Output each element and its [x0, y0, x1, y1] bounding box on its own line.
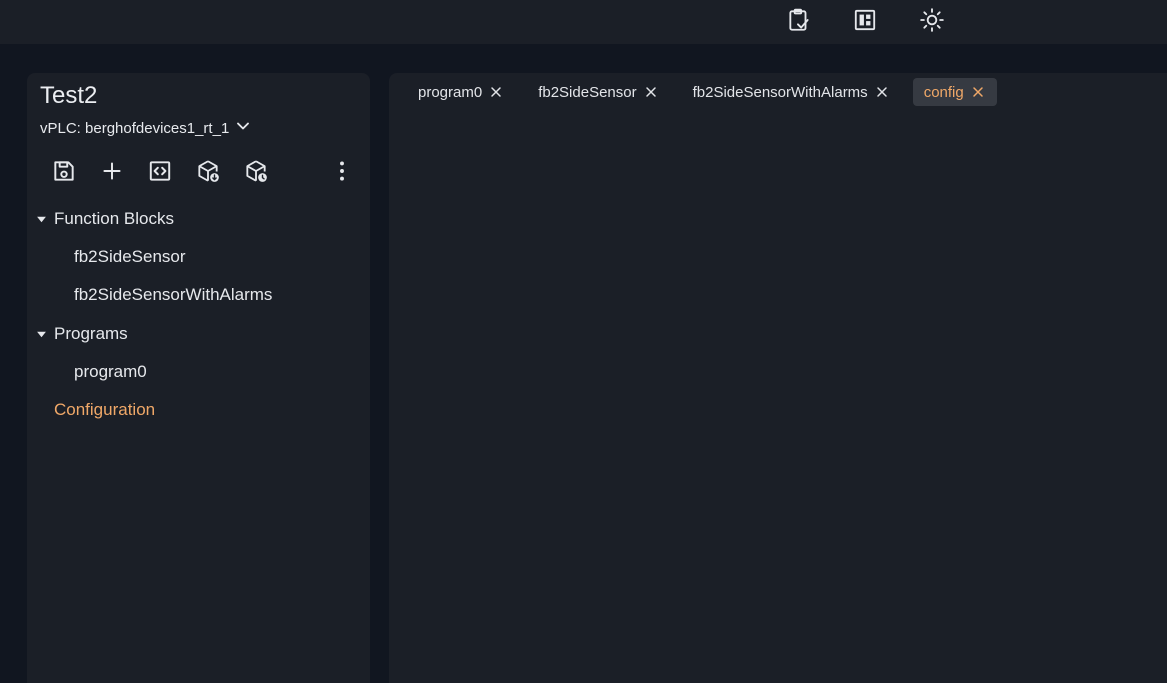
- vplc-label: vPLC: berghofdevices1_rt_1: [40, 119, 230, 137]
- tab-label: config: [923, 83, 964, 101]
- top-bar: [0, 0, 1167, 44]
- project-toolbar: [40, 155, 358, 187]
- project-sidebar: Test2 vPLC: berghofdevices1_rt_1 Functio…: [27, 73, 370, 683]
- tree-group-function-blocks[interactable]: Function Blocks: [27, 204, 174, 234]
- add-icon: [103, 162, 121, 180]
- save-button[interactable]: [48, 155, 80, 187]
- tree-group-label: Function Blocks: [54, 209, 174, 228]
- code-button[interactable]: [144, 155, 176, 187]
- code-icon: [149, 161, 171, 181]
- package-download-icon: [198, 160, 219, 182]
- close-icon[interactable]: [490, 85, 504, 99]
- more-vertical-icon: [340, 161, 344, 181]
- tree-item-label: fb2SideSensor: [74, 247, 186, 266]
- tab-fb2sidesensorwithalarms[interactable]: fb2SideSensorWithAlarms: [682, 78, 901, 106]
- tree-item-fb2sidesensorwithalarms[interactable]: fb2SideSensorWithAlarms: [27, 280, 272, 310]
- tree-item-label: program0: [74, 362, 147, 381]
- tab-program0[interactable]: program0: [407, 78, 515, 106]
- chevron-down-icon: [233, 116, 253, 140]
- close-icon[interactable]: [645, 85, 659, 99]
- schedule-package-button[interactable]: [240, 155, 272, 187]
- tree-group-label: Programs: [54, 324, 128, 343]
- tab-label: fb2SideSensorWithAlarms: [692, 83, 868, 101]
- save-icon: [54, 161, 74, 181]
- add-button[interactable]: [96, 155, 128, 187]
- sun-icon[interactable]: [918, 6, 946, 34]
- tree-group-programs[interactable]: Programs: [27, 319, 128, 349]
- tab-label: program0: [418, 83, 483, 101]
- more-options-button[interactable]: [326, 155, 358, 187]
- tree-item-label: Configuration: [54, 400, 156, 419]
- caret-down-icon: [34, 212, 48, 226]
- tree-item-configuration[interactable]: Configuration: [27, 395, 155, 425]
- tree-item-program0[interactable]: program0: [27, 357, 147, 387]
- caret-down-icon: [34, 327, 48, 341]
- tab-config[interactable]: config: [912, 78, 997, 106]
- editor-area: program0 fb2SideSensor fb2SideSensorWith…: [389, 73, 1167, 683]
- package-clock-icon: [246, 160, 267, 182]
- vplc-selector[interactable]: vPLC: berghofdevices1_rt_1: [40, 116, 253, 140]
- editor-tabs: program0 fb2SideSensor fb2SideSensorWith…: [407, 78, 1009, 106]
- tree-item-fb2sidesensor[interactable]: fb2SideSensor: [27, 242, 186, 272]
- dashboard-panel-icon[interactable]: [851, 6, 879, 34]
- project-title: Test2: [40, 82, 98, 109]
- tree-item-label: fb2SideSensorWithAlarms: [74, 285, 273, 304]
- close-icon[interactable]: [876, 85, 890, 99]
- clipboard-check-icon[interactable]: [785, 6, 813, 34]
- close-icon[interactable]: [972, 85, 986, 99]
- tab-fb2sidesensor[interactable]: fb2SideSensor: [527, 78, 669, 106]
- tab-label: fb2SideSensor: [538, 83, 637, 101]
- download-package-button[interactable]: [192, 155, 224, 187]
